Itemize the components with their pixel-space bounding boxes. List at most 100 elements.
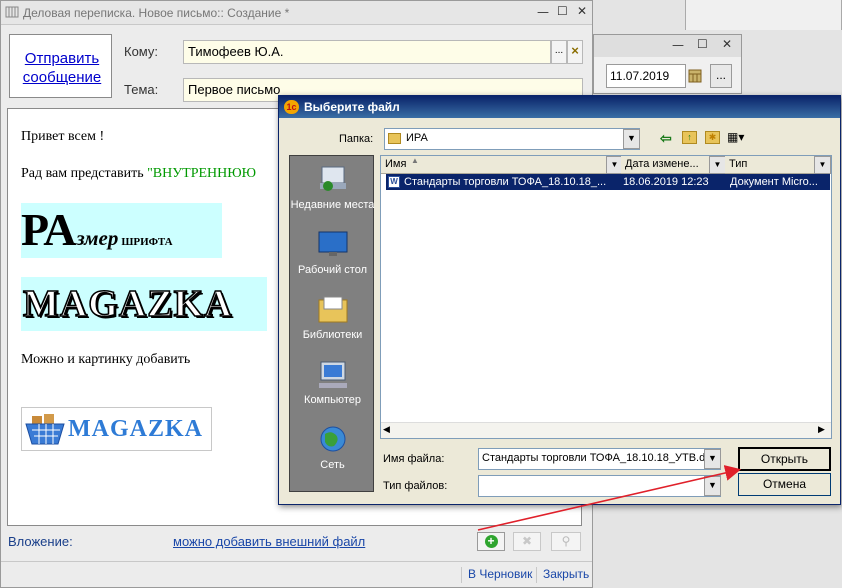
main-titlebar: Деловая переписка. Новое письмо:: Создан… [1, 1, 592, 25]
folder-select[interactable]: ИРА [384, 128, 640, 150]
place-libraries[interactable]: Библиотеки [290, 294, 375, 342]
filename-input[interactable]: Стандарты торговли ТОФА_18.10.18_УТВ.d [478, 448, 721, 470]
view-menu-icon[interactable]: ▦▾ [727, 130, 751, 146]
place-network[interactable]: Сеть [290, 424, 375, 472]
file-open-dialog: 1c Выберите файл Папка: ИРА ▼ ⇦ ↑ ✱ ▦▾ Н… [278, 95, 841, 505]
desktop-icon [316, 229, 350, 261]
chevron-down-icon[interactable]: ▼ [704, 449, 721, 469]
attachment-link[interactable]: можно добавить внешний файл [173, 534, 365, 549]
filetype-select[interactable] [478, 475, 721, 497]
computer-icon [316, 359, 350, 391]
file-name: Стандарты торговли ТОФА_18.10.18_... [404, 176, 607, 188]
folder-icon [388, 132, 401, 144]
send-panel: Отправить сообщение [9, 34, 112, 98]
to-value: Тимофеев Ю.А. [188, 44, 284, 59]
body-greeting: Привет всем ! [21, 129, 105, 144]
more-button[interactable]: ... [710, 64, 732, 88]
place-recent[interactable]: Недавние места [290, 164, 375, 212]
close-icon[interactable]: ✕ [577, 4, 587, 18]
secondary-titlebar: — ☐ ✕ [594, 35, 741, 57]
chevron-down-icon[interactable]: ▼ [704, 476, 721, 496]
magnifier-icon: ⚲ [561, 534, 571, 548]
close-icon[interactable]: ✕ [722, 37, 732, 51]
new-folder-icon[interactable]: ✱ [705, 131, 720, 144]
attachment-bar: Вложение: можно добавить внешний файл + … [1, 529, 592, 559]
filename-value: Стандарты торговли ТОФА_18.10.18_УТВ.d [482, 452, 706, 464]
save-draft-button[interactable]: В Черновик [468, 567, 532, 581]
place-recent-label: Недавние места [290, 199, 375, 211]
column-type-label: Тип [729, 158, 748, 170]
date-field[interactable]: 11.07.2019 [606, 64, 686, 88]
calendar-icon[interactable] [686, 66, 704, 86]
file-row[interactable]: W Стандарты торговли ТОФА_18.10.18_... 1… [386, 174, 830, 190]
background-window-strip [685, 0, 842, 30]
to-field[interactable]: Тимофеев Ю.А. [183, 40, 551, 64]
place-computer[interactable]: Компьютер [290, 359, 375, 407]
magazka-styled-text: MAGAZKA [21, 277, 267, 331]
scroll-left-icon[interactable]: ◀ [383, 424, 390, 435]
folder-label: Папка: [339, 133, 374, 145]
column-name-label: Имя [385, 158, 407, 170]
to-label: Кому: [124, 44, 158, 59]
minimize-icon[interactable]: — [537, 5, 549, 19]
window-title: Деловая переписка. Новое письмо:: Создан… [23, 6, 290, 20]
libraries-icon [316, 294, 350, 326]
attachment-label: Вложение: [8, 534, 73, 549]
body-intro-green: "ВНУТРЕННЮЮ [147, 166, 257, 181]
subject-label: Тема: [124, 82, 159, 97]
place-desktop-label: Рабочий стол [297, 264, 368, 276]
open-button[interactable]: Открыть [738, 447, 831, 471]
plus-icon: + [484, 535, 498, 548]
more-button-label: ... [715, 68, 726, 82]
chevron-down-icon[interactable]: ▼ [814, 156, 831, 174]
app-icon [5, 5, 19, 19]
up-folder-icon[interactable]: ↑ [682, 131, 697, 144]
view-attachment-button[interactable]: ⚲ [551, 532, 581, 551]
magazka-logo: MAGAZKA [21, 407, 212, 451]
close-button[interactable]: Закрыть [543, 567, 589, 581]
chevron-down-icon[interactable]: ▼ [709, 156, 726, 174]
send-message-link[interactable]: Отправить сообщение [19, 49, 105, 87]
to-select-label: ... [554, 45, 564, 56]
add-attachment-button[interactable]: + [477, 532, 505, 551]
delete-icon: ✖ [521, 534, 533, 548]
file-date: 18.06.2019 12:23 [623, 176, 709, 188]
place-desktop[interactable]: Рабочий стол [290, 229, 375, 277]
subject-value: Первое письмо [188, 82, 281, 97]
place-computer-label: Компьютер [304, 394, 361, 406]
size-demo-mid: змер [76, 226, 119, 250]
remove-attachment-button[interactable]: ✖ [513, 532, 541, 551]
file-type: Документ Micro... [730, 176, 818, 188]
maximize-icon[interactable]: ☐ [557, 4, 568, 18]
open-button-label: Открыть [760, 452, 809, 466]
recent-places-icon [316, 164, 350, 196]
font-size-demo: РАзмер шрифта [21, 203, 222, 258]
status-bar: В Черновик Закрыть [1, 561, 592, 587]
dialog-title: Выберите файл [304, 100, 400, 114]
filename-label: Имя файла: [383, 453, 445, 465]
scroll-right-icon[interactable]: ▶ [818, 424, 825, 435]
place-libraries-label: Библиотеки [302, 329, 363, 341]
dialog-titlebar: 1c Выберите файл [279, 96, 840, 118]
status-divider [536, 567, 537, 583]
maximize-icon[interactable]: ☐ [697, 37, 708, 51]
minimize-icon[interactable]: — [672, 38, 684, 52]
to-select-button[interactable]: ... [551, 40, 567, 64]
logo-text: MAGAZKA [68, 416, 203, 442]
network-icon [316, 424, 350, 456]
chevron-down-icon[interactable]: ▼ [623, 129, 640, 149]
back-icon[interactable]: ⇦ [660, 130, 676, 146]
word-document-icon: W [388, 176, 400, 188]
file-list[interactable]: Имя ▲ ▼ Дата измене... ▼ Тип ▼ W Стандарт… [380, 155, 832, 439]
column-header-name[interactable]: Имя ▲ [381, 156, 621, 174]
size-demo-small: шрифта [121, 236, 173, 248]
cancel-button[interactable]: Отмена [738, 473, 831, 496]
places-bar: Недавние места Рабочий стол Библиотеки К… [289, 155, 374, 492]
clear-icon[interactable]: × [567, 40, 583, 64]
folder-value: ИРА [406, 132, 428, 144]
body-picture-text: Можно и картинку добавить [21, 352, 191, 367]
size-demo-big: РА [21, 204, 77, 255]
body-intro: Рад вам представить "ВНУТРЕННЮЮ [21, 166, 256, 182]
app-1c-icon: 1c [284, 100, 299, 114]
horizontal-scrollbar[interactable]: ◀ ▶ [381, 422, 831, 438]
